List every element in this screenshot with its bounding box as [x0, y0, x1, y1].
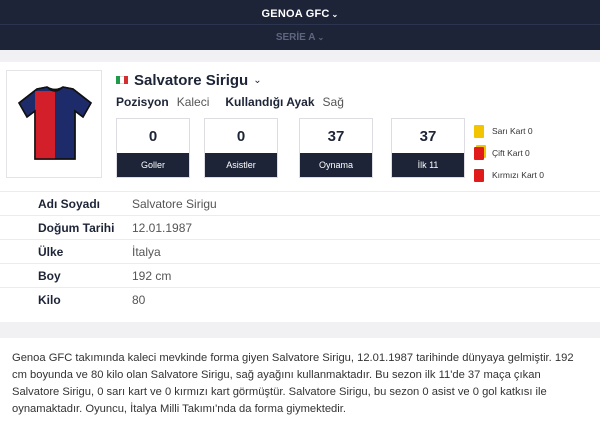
info-value: İtalya — [132, 244, 161, 259]
stat-value: 37 — [327, 128, 345, 145]
position-value: Kaleci — [176, 95, 210, 109]
stat-label: Goller — [117, 153, 189, 177]
player-name: Salvatore Sirigu — [134, 71, 249, 89]
jersey-icon — [18, 86, 92, 160]
yellow-card-label: Sarı Kart 0 — [492, 126, 533, 136]
player-attributes: Pozisyon Kaleci Kullandığı Ayak Sağ — [116, 95, 360, 109]
double-card-item: Çift Kart 0 — [474, 142, 544, 164]
info-row-weight: Kilo 80 — [0, 287, 600, 311]
info-value: 12.01.1987 — [132, 220, 193, 235]
foot-label: Kullandığı Ayak — [225, 95, 315, 109]
stat-starts: 37 İlk 11 — [391, 118, 465, 178]
stat-label: Asistler — [205, 153, 277, 177]
stat-appearances: 37 Oynama — [299, 118, 373, 178]
stat-value: 0 — [148, 128, 158, 145]
info-row-country: Ülke İtalya — [0, 239, 600, 263]
player-card: Salvatore Sirigu ⌄ Pozisyon Kaleci Kulla… — [0, 62, 600, 322]
team-selector[interactable]: GENOA GFC ⌄ — [0, 8, 600, 20]
info-key: Ülke — [38, 244, 64, 259]
info-row-height: Boy 192 cm — [0, 263, 600, 287]
double-card-label: Çift Kart 0 — [492, 148, 530, 158]
position-label: Pozisyon — [116, 95, 169, 109]
stat-assists: 0 Asistler — [204, 118, 278, 178]
player-description: Genoa GFC takımında kaleci mevkinde form… — [0, 338, 600, 427]
stat-goals: 0 Goller — [116, 118, 190, 178]
info-key: Adı Soyadı — [38, 196, 101, 211]
info-key: Kilo — [38, 292, 61, 307]
cards-legend: Sarı Kart 0 Çift Kart 0 Kırmızı Kart 0 — [474, 120, 544, 186]
yellow-card-item: Sarı Kart 0 — [474, 120, 544, 142]
jersey-image — [6, 70, 102, 178]
stat-value: 0 — [236, 128, 246, 145]
red-card-label: Kırmızı Kart 0 — [492, 170, 544, 180]
header-divider — [0, 24, 600, 25]
italy-flag-icon — [116, 76, 128, 84]
stat-value: 37 — [419, 128, 437, 145]
foot-value: Sağ — [322, 95, 344, 109]
league-selector-label: SERİE A — [275, 32, 316, 43]
chevron-down-icon: ⌄ — [331, 10, 339, 19]
info-value: 80 — [132, 292, 146, 307]
info-row-name: Adı Soyadı Salvatore Sirigu — [0, 191, 600, 215]
info-row-birthdate: Doğum Tarihi 12.01.1987 — [0, 215, 600, 239]
player-info-table: Adı Soyadı Salvatore Sirigu Doğum Tarihi… — [0, 191, 600, 311]
yellow-card-icon — [474, 124, 484, 138]
red-card-item: Kırmızı Kart 0 — [474, 164, 544, 186]
team-selector-label: GENOA GFC — [261, 8, 330, 20]
info-value: Salvatore Sirigu — [132, 196, 217, 211]
player-name-selector[interactable]: Salvatore Sirigu ⌄ — [116, 70, 262, 90]
stat-label: Oynama — [300, 153, 372, 177]
stat-label: İlk 11 — [392, 153, 464, 177]
info-key: Boy — [38, 268, 61, 283]
info-value: 192 cm — [132, 268, 172, 283]
info-key: Doğum Tarihi — [38, 220, 115, 235]
top-navigation-bar: GENOA GFC ⌄ SERİE A ⌄ — [0, 0, 600, 50]
red-card-icon — [474, 168, 484, 182]
double-card-icon — [474, 146, 484, 160]
chevron-down-icon: ⌄ — [317, 33, 325, 42]
league-selector[interactable]: SERİE A ⌄ — [0, 32, 600, 43]
chevron-down-icon: ⌄ — [253, 74, 262, 86]
